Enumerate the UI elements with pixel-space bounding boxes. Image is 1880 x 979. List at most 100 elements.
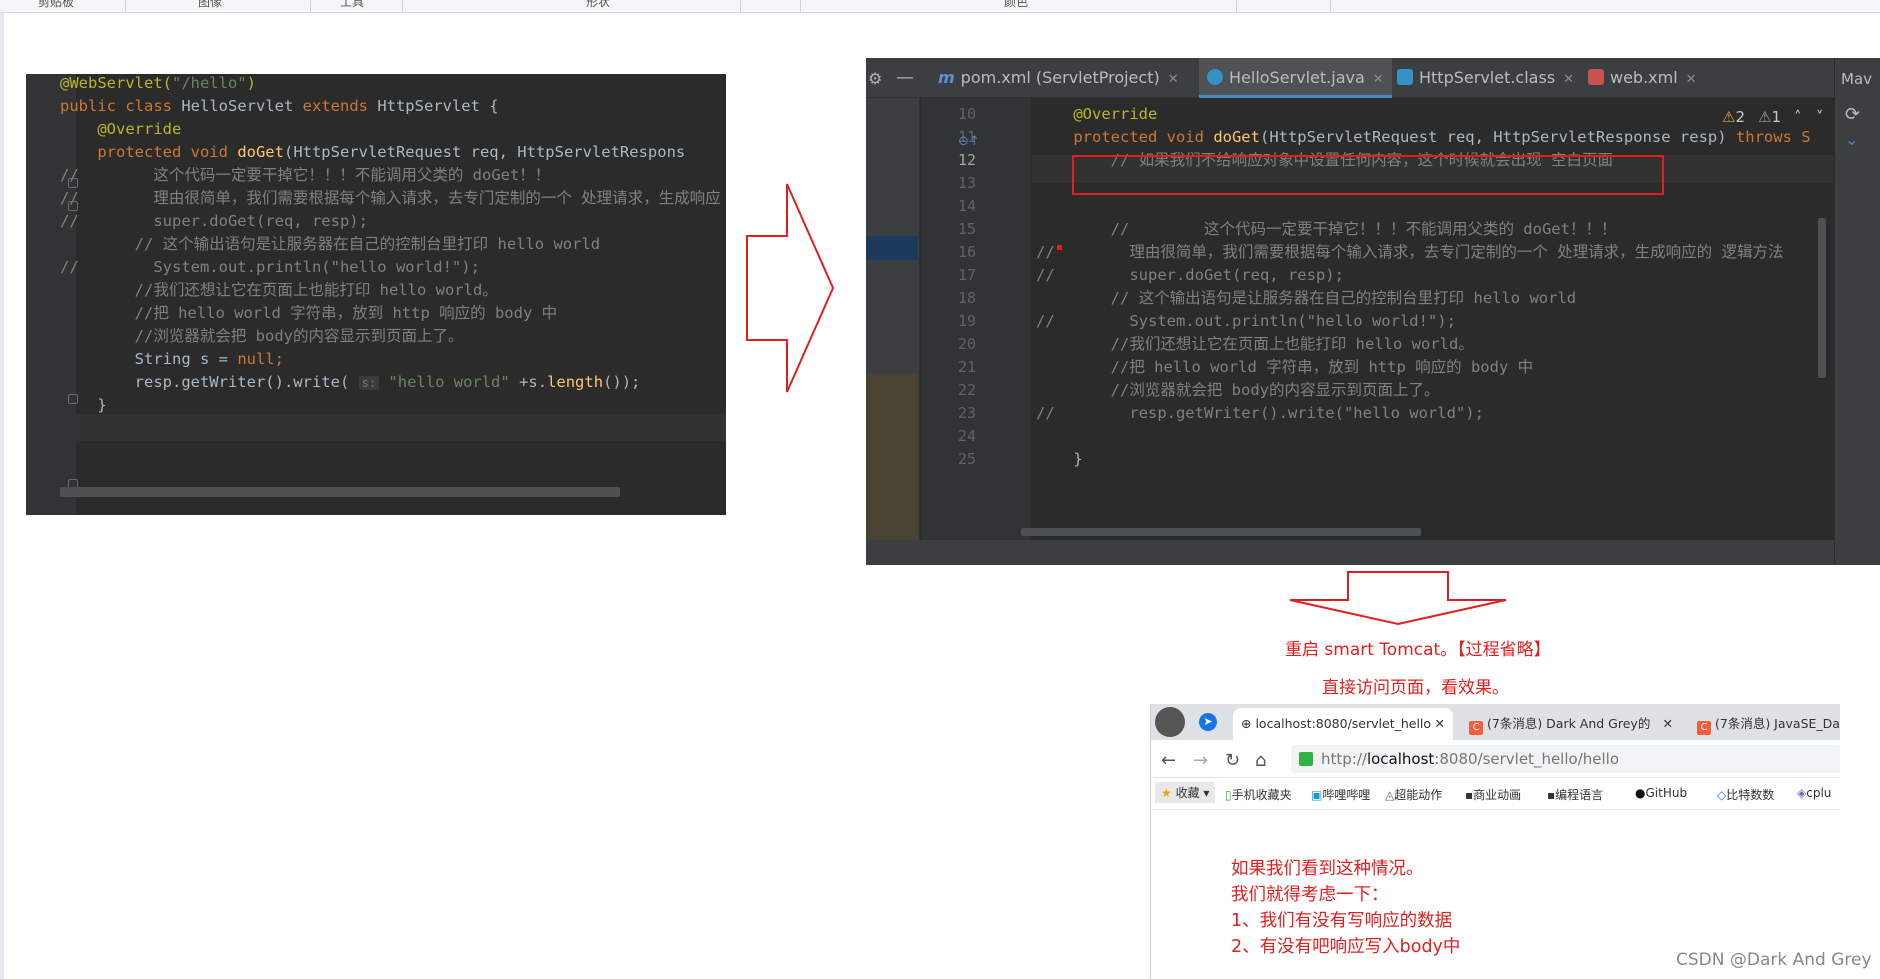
browser-tab-csdn-2[interactable]: C (7条消息) JavaSE_Dark (1689, 708, 1840, 740)
bookmark-favorites[interactable]: ★ 收藏 ▾ (1155, 782, 1216, 803)
tab-label: (7条消息) Dark And Grey的 (1486, 716, 1651, 731)
code-token: } (60, 396, 107, 414)
code-token: throws S (1735, 128, 1811, 146)
ribbon-group-shapes[interactable]: 形状 (586, 0, 610, 10)
ribbon-group-colors[interactable]: 颜色 (1004, 0, 1028, 10)
code-token: HelloServlet (181, 97, 303, 115)
ribbon-group-tools[interactable]: 工具 (340, 0, 364, 10)
bookmarks-bar: ★ 收藏 ▾ ▯手机收藏夹 ▣哔哩哔哩 ◬超能动作 ▪商业动画 ▪编程语言 ●G… (1151, 778, 1840, 810)
code-token: // 这个输出语句是让服务器在自己的控制台里打印 hello world (1036, 289, 1577, 307)
browser-tab-bar: ➤ ⊕ localhost:8080/servlet_hello ✕ C (7条消… (1151, 704, 1840, 740)
bookmark-label: 哔哩哔哩 (1322, 788, 1371, 802)
code-token: doGet (237, 143, 284, 161)
code-token: //把 hello world 字符串，放到 http 响应的 body 中 (60, 304, 558, 322)
caption-restart: 重启 smart Tomcat。【过程省略】 (1285, 640, 1551, 660)
maven-panel-label[interactable]: Mav (1841, 70, 1872, 88)
weak-warning-indicator[interactable]: ⚠1 (1758, 108, 1781, 126)
avatar[interactable] (1155, 707, 1185, 737)
bilibili-icon: ▣ (1311, 788, 1323, 802)
left-code-editor[interactable]: @WebServlet("/hello") public class HelloS… (26, 74, 726, 515)
code-line[interactable]: // resp.getWriter().write("hello world")… (1036, 399, 1484, 427)
fold-marker-icon[interactable] (68, 394, 78, 404)
diff-marker (866, 374, 918, 540)
arrow-down-icon (1289, 571, 1507, 626)
reload-icon[interactable]: ↻ (1225, 750, 1240, 771)
code-line[interactable]: } (26, 392, 726, 419)
url-input[interactable]: http://localhost:8080/servlet_hello/hell… (1291, 745, 1840, 773)
code-token: null (237, 350, 275, 368)
code-content: } (60, 392, 107, 419)
home-icon[interactable]: ⌂ (1255, 750, 1266, 771)
code-token: // System.out.println("hello world!"); (1036, 312, 1456, 330)
star-icon: ★ (1161, 786, 1172, 800)
close-icon[interactable]: ✕ (1373, 72, 1384, 87)
bookmark-label: GitHub (1645, 786, 1688, 800)
code-token: protected void (60, 143, 238, 161)
chevron-down-icon[interactable]: ⌄ (1845, 130, 1858, 149)
warning-indicator[interactable]: ⚠2 (1722, 108, 1745, 126)
bookmark-item[interactable]: ◇比特数数 (1717, 786, 1774, 803)
ribbon-group-clipboard[interactable]: 剪贴板 (38, 0, 74, 10)
ribbon-group-image[interactable]: 图像 (198, 0, 222, 10)
bookmark-label: 超能动作 (1394, 788, 1443, 802)
ide-window: ⚙ — m pom.xml (ServletProject) ✕ HelloServ… (866, 58, 1880, 565)
chevron-up-icon[interactable]: ˄ (1794, 108, 1802, 126)
code-token: ; (274, 350, 284, 368)
close-icon[interactable]: ✕ (1686, 72, 1697, 87)
tab-helloservlet-java[interactable]: HelloServlet.java ✕ (1199, 58, 1392, 98)
fold-marker-icon[interactable] (68, 201, 78, 211)
close-icon[interactable]: ✕ (1663, 708, 1673, 740)
ribbon-divider (740, 0, 741, 12)
browser-tab-csdn-1[interactable]: C (7条消息) Dark And Grey的 ✕ (1461, 708, 1681, 740)
page: 剪贴板 图像 工具 形状 颜色 @WebServlet("/hello") pub… (0, 0, 1880, 979)
code-line[interactable]: } (1036, 445, 1082, 473)
github-icon: ● (1635, 786, 1646, 800)
bookmark-item[interactable]: ▪商业动画 (1465, 786, 1521, 803)
tab-httpservlet-class[interactable]: HttpServlet.class ✕ (1389, 58, 1582, 98)
code-token: "/hello" (171, 74, 247, 92)
bookmark-item[interactable]: ▯手机收藏夹 (1225, 786, 1292, 803)
code-token: // 这个输出语句是让服务器在自己的控制台里打印 hello world (60, 235, 601, 253)
horizontal-scrollbar[interactable] (60, 487, 620, 497)
bookmark-item[interactable]: ▪编程语言 (1547, 786, 1603, 803)
tab-label: HelloServlet.java (1229, 68, 1365, 87)
weak-warning-count: 1 (1771, 108, 1781, 126)
code-token: HttpServlet { (377, 97, 499, 115)
content-line-4: 2、有没有吧响应写入body中 (1231, 937, 1461, 957)
forward-icon[interactable]: → (1193, 750, 1208, 771)
tab-web-xml[interactable]: web.xml ✕ (1580, 58, 1705, 98)
bookmark-item[interactable]: ▣哔哩哔哩 (1311, 786, 1370, 803)
class-file-icon (1397, 69, 1413, 85)
address-bar-row: ← → ↻ ⌂ http://localhost:8080/servlet_he… (1151, 740, 1840, 778)
vertical-scrollbar[interactable] (1818, 218, 1826, 378)
code-token: // resp.getWriter().write("hello world")… (1036, 404, 1484, 422)
back-icon[interactable]: ← (1161, 750, 1176, 771)
caption-visit: 直接访问页面，看效果。 (1322, 678, 1509, 698)
secure-icon (1299, 752, 1313, 766)
close-icon[interactable]: ✕ (1168, 72, 1179, 87)
gear-icon[interactable]: ⚙ (868, 69, 882, 88)
bookmark-item[interactable]: ●GitHub (1635, 786, 1687, 800)
bookmark-item[interactable]: ◬超能动作 (1385, 786, 1442, 803)
close-icon[interactable]: ✕ (1563, 72, 1574, 87)
tab-label: localhost:8080/servlet_hello (1255, 716, 1432, 731)
paper-plane-icon[interactable]: ➤ (1199, 713, 1217, 731)
bookmark-icon: ◈ (1797, 786, 1807, 800)
ribbon-divider (125, 0, 126, 12)
browser-tab-localhost[interactable]: ⊕ localhost:8080/servlet_hello ✕ (1233, 708, 1453, 740)
bookmark-label: 商业动画 (1473, 788, 1522, 802)
refresh-icon[interactable]: ⟳ (1845, 104, 1860, 125)
fold-marker-icon[interactable] (68, 178, 78, 188)
minimize-icon[interactable]: — (896, 67, 914, 88)
override-gutter-icon[interactable]: ⊙↑ (958, 134, 980, 149)
horizontal-scrollbar[interactable] (1021, 528, 1421, 536)
code-token: s: (358, 376, 380, 390)
close-icon[interactable]: ✕ (1435, 708, 1445, 740)
code-token: // super.doGet(req, resp); (1036, 266, 1344, 284)
tab-pom-xml[interactable]: m pom.xml (ServletProject) ✕ (930, 58, 1187, 98)
url-host: localhost (1366, 750, 1435, 768)
code-token: // super.doGet(req, resp); (60, 212, 368, 230)
chevron-down-icon[interactable]: ˅ (1816, 108, 1824, 126)
editor-tab-bar: ⚙ — m pom.xml (ServletProject) ✕ HelloServ… (866, 58, 1880, 98)
bookmark-item[interactable]: ◈cplu (1797, 786, 1831, 800)
